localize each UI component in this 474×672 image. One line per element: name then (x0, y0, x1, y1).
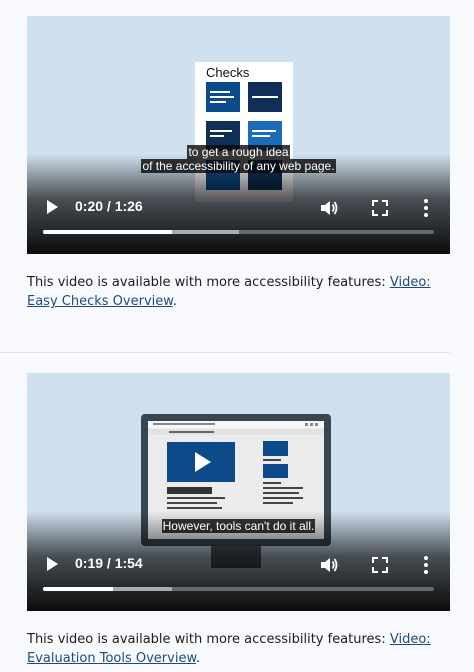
video-note: This video is available with more access… (27, 630, 447, 668)
progress-played (43, 230, 173, 234)
illustration-card-title: Checks (206, 65, 250, 80)
divider (0, 352, 450, 353)
time-display: 0:19 / 1:54 (75, 555, 143, 571)
play-icon[interactable] (45, 556, 59, 572)
fullscreen-icon[interactable] (370, 555, 390, 575)
video-note: This video is available with more access… (27, 273, 447, 311)
note-text: This video is available with more access… (27, 275, 390, 290)
caption-track: However, tools can't do it all. (27, 519, 450, 533)
more-options-icon[interactable] (421, 198, 431, 218)
volume-icon[interactable] (319, 555, 339, 575)
caption-line: However, tools can't do it all. (161, 519, 316, 533)
note-end: . (195, 651, 201, 666)
caption-line: to get a rough idea (187, 145, 290, 159)
caption-line: of the accessibility of any web page. (141, 159, 336, 173)
note-text: This video is available with more access… (27, 632, 390, 647)
progress-played (43, 587, 114, 591)
video-player-evaluation-tools[interactable]: However, tools can't do it all. 0:19 / 1… (27, 373, 450, 611)
more-options-icon[interactable] (421, 555, 431, 575)
volume-icon[interactable] (319, 198, 339, 218)
video-player-easy-checks[interactable]: Checks to get a rough idea of the access… (27, 16, 450, 254)
caption-track: to get a rough idea of the accessibility… (27, 145, 450, 173)
progress-bar[interactable] (43, 587, 434, 591)
fullscreen-icon[interactable] (370, 198, 390, 218)
play-icon[interactable] (45, 199, 59, 215)
video-controls: 0:19 / 1:54 (27, 541, 450, 611)
note-end: . (172, 294, 177, 309)
time-display: 0:20 / 1:26 (75, 198, 143, 214)
progress-bar[interactable] (43, 230, 434, 234)
video-controls: 0:20 / 1:26 (27, 184, 450, 254)
